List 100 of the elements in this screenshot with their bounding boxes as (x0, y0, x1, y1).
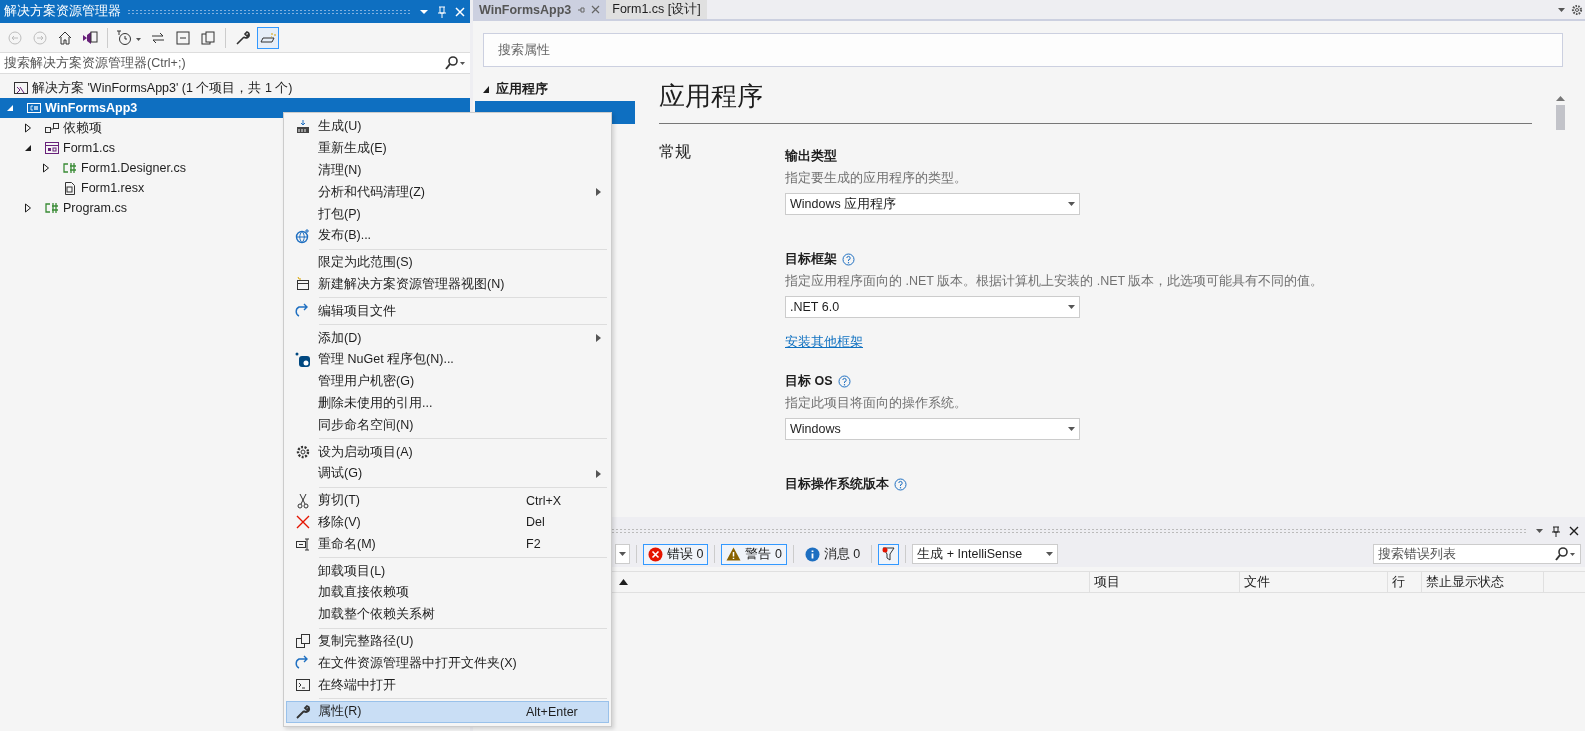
nav-group[interactable]: 应用程序 (475, 79, 635, 99)
menu-item[interactable]: 复制完整路径(U) (286, 630, 609, 653)
scroll-up-icon[interactable] (1556, 96, 1565, 101)
csharp-file-icon (44, 200, 60, 216)
menu-item[interactable]: 编辑项目文件 (286, 300, 609, 323)
help-icon[interactable] (842, 253, 855, 266)
menu-item[interactable]: 加载整个依赖关系树 (286, 603, 609, 626)
menu-item[interactable]: 卸载项目(L) (286, 560, 609, 582)
field-label: 目标操作系统版本 (785, 476, 889, 493)
menu-item[interactable]: 管理用户机密(G) (286, 370, 609, 393)
dropdown[interactable]: .NET 6.0 (785, 296, 1080, 318)
menu-item[interactable]: 分析和代码清理(Z) (286, 181, 609, 204)
column-header[interactable]: 文件 (1240, 572, 1388, 592)
search-field[interactable]: 搜索解决方案资源管理器(Ctrl+;) (0, 52, 470, 74)
menu-item[interactable]: 生成(U) (286, 116, 609, 138)
column-header[interactable]: 行 (1388, 572, 1422, 592)
menu-item[interactable]: 发布(B)... (286, 225, 609, 247)
history-icon (116, 29, 142, 46)
source-dropdown[interactable]: 生成 + IntelliSense (912, 544, 1059, 564)
menu-item[interactable]: 打包(P) (286, 203, 609, 225)
field-label: 目标 OS (785, 373, 833, 390)
search-icon[interactable] (1554, 547, 1576, 561)
new-window-icon (294, 276, 311, 293)
collapsed-arrow-icon[interactable] (24, 203, 32, 213)
csharp-file-icon (62, 160, 78, 176)
menu-item[interactable]: 剪切(T) Ctrl+X (286, 489, 609, 512)
build-icon (294, 118, 311, 135)
package-icon (294, 351, 311, 368)
menu-item[interactable]: 删除未使用的引用... (286, 392, 609, 415)
csharp-project-icon (26, 100, 42, 116)
help-icon[interactable] (837, 375, 851, 388)
menu-item[interactable]: 同步命名空间(N) (286, 414, 609, 437)
menu-item[interactable]: 设为启动项目(A) (286, 441, 609, 463)
collapse-all-icon (175, 29, 191, 46)
collapsed-arrow-icon[interactable] (42, 163, 50, 173)
form-icon (44, 140, 60, 156)
switch-views-icon (82, 29, 98, 46)
scissors-icon (294, 492, 311, 509)
search-field[interactable]: 搜索属性 (483, 33, 1563, 67)
column-header[interactable]: 禁止显示状态 (1422, 572, 1544, 592)
solution-icon (13, 80, 29, 96)
dropdown-caret-icon[interactable] (1536, 529, 1543, 533)
pin-icon[interactable] (1551, 525, 1561, 537)
dropdown-caret-icon[interactable] (1046, 552, 1054, 556)
settings-icon[interactable] (1571, 3, 1583, 16)
column-header[interactable]: 项目 (1090, 572, 1240, 592)
scope-dropdown[interactable] (615, 544, 630, 564)
page-heading: 应用程序 (659, 79, 1532, 124)
search-icon[interactable] (444, 56, 466, 70)
menu-item[interactable]: 在文件资源管理器中打开文件夹(X) (286, 652, 609, 675)
warning-icon (726, 547, 742, 561)
menu-item[interactable]: 重命名(M) F2 (286, 533, 609, 556)
menu-item[interactable]: 属性(R) Alt+Enter (286, 700, 609, 723)
dropdown-caret-icon[interactable] (619, 552, 626, 556)
gear-icon (294, 444, 311, 461)
home-icon (57, 29, 73, 46)
menu-item[interactable]: 移除(V) Del (286, 511, 609, 534)
menu-item[interactable]: 新建解决方案资源管理器视图(N) (286, 273, 609, 296)
menu-item[interactable]: 重新生成(E) (286, 137, 609, 160)
dropdown-caret-icon[interactable] (1558, 7, 1565, 12)
error-icon (648, 546, 663, 562)
dropdown-caret-icon[interactable] (1068, 202, 1075, 206)
sort-arrow-icon (619, 579, 628, 585)
section-title: 常规 (659, 142, 692, 162)
document-tab[interactable]: Form1.cs [设计] (606, 0, 707, 19)
menu-item[interactable]: 清理(N) (286, 159, 609, 182)
collapsed-arrow-icon[interactable] (24, 123, 32, 133)
dropdown-caret-icon[interactable] (1068, 305, 1075, 309)
show-all-files-icon (200, 29, 216, 46)
search-input[interactable]: 搜索解决方案资源管理器(Ctrl+;) (4, 56, 444, 70)
dropdown[interactable]: Windows 应用程序 (785, 193, 1080, 215)
dependencies-icon (44, 120, 60, 136)
globe-icon (294, 227, 311, 244)
field-description: 指定应用程序面向的 .NET 版本。根据计算机上安装的 .NET 版本，此选项可能具有不同的值。 (785, 273, 1325, 290)
info-icon (804, 546, 820, 562)
menu-item[interactable]: 限定为此范围(S) (286, 251, 609, 274)
search-field[interactable]: 搜索错误列表 (1373, 544, 1581, 564)
expanded-arrow-icon[interactable] (24, 144, 32, 152)
help-icon[interactable] (894, 478, 907, 491)
menu-item[interactable]: 在终端中打开 (286, 674, 609, 696)
menu-item[interactable]: 添加(D) (286, 327, 609, 349)
filter-button[interactable]: 错误 0 (643, 543, 709, 565)
filter-toggle-button[interactable] (878, 543, 900, 565)
expanded-arrow-icon[interactable] (483, 85, 490, 93)
menu-item[interactable]: 管理 NuGet 程序包(N)... (286, 348, 609, 371)
submenu-arrow-icon (596, 334, 601, 343)
menu-item[interactable]: 加载直接依赖项 (286, 581, 609, 604)
tree-item[interactable]: 解决方案 'WinFormsApp3' (1 个项目，共 1 个) (0, 78, 470, 98)
install-link[interactable]: 安装其他框架 (785, 334, 863, 351)
wrench-icon (294, 703, 311, 720)
dropdown[interactable]: Windows (785, 418, 1080, 440)
field-label: 目标框架 (785, 251, 837, 268)
menu-item[interactable]: 调试(G) (286, 462, 609, 485)
panel-title-bar: 解决方案资源管理器 (0, 0, 470, 23)
search-input[interactable]: 搜索错误列表 (1378, 547, 1554, 561)
dropdown-caret-icon[interactable] (1068, 427, 1075, 431)
close-icon[interactable] (1569, 526, 1579, 536)
filter-button[interactable]: 警告 0 (721, 543, 787, 565)
filter-button[interactable]: 消息 0 (799, 543, 866, 565)
filter-icon (882, 547, 896, 561)
